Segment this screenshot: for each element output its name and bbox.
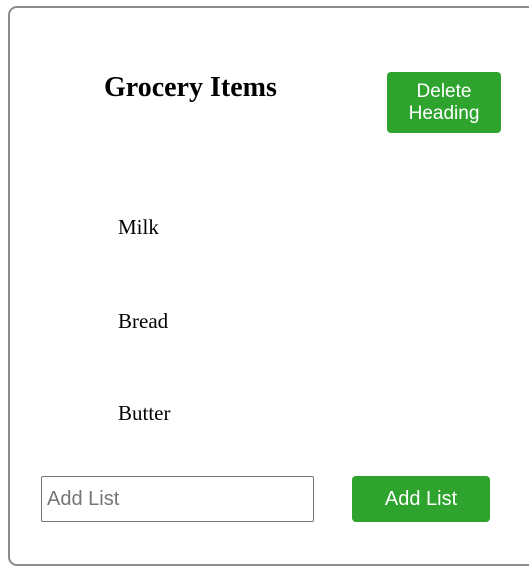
list-item: Milk <box>118 215 159 239</box>
add-list-input[interactable] <box>41 476 314 522</box>
list-item: Bread <box>118 309 169 333</box>
add-list-button[interactable]: Add List <box>352 476 490 522</box>
page-title: Grocery Items <box>104 72 277 103</box>
list-item: Butter <box>118 401 171 425</box>
delete-heading-button[interactable]: Delete Heading <box>387 72 501 133</box>
